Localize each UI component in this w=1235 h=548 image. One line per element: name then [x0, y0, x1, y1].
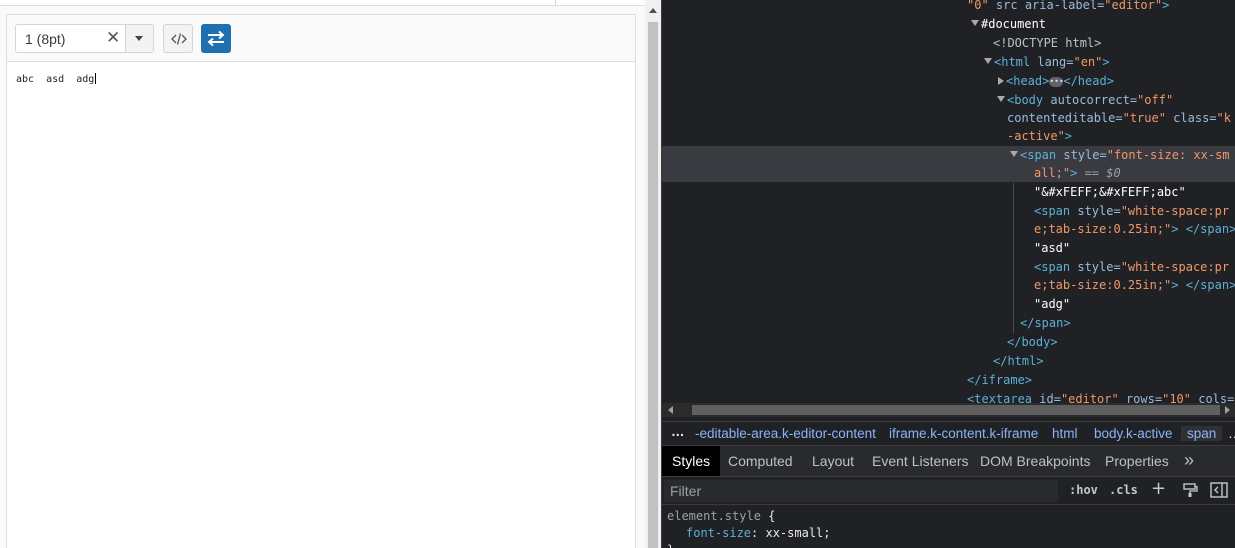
dom-line-text-adg[interactable]: "adg" [1034, 295, 1070, 313]
expand-triangle-icon[interactable] [997, 96, 1005, 102]
scroll-up-arrow-icon[interactable] [649, 8, 657, 13]
devtools-sidebar-tabs: Styles Computed Layout Event Listeners D… [662, 446, 1235, 477]
editor-toolbar: 1 (8pt) ✕ [7, 15, 635, 62]
view-html-button[interactable] [163, 24, 193, 53]
collapse-triangle-icon[interactable] [998, 77, 1004, 85]
styles-pane: element.style { font-size: xx-small; } [662, 504, 1235, 548]
dom-line-head[interactable]: <head>•••</head> [998, 72, 1114, 90]
breadcrumb-overflow-left[interactable]: … [671, 424, 685, 439]
dom-tree: "0" src aria-label="editor"> #document <… [662, 0, 1235, 404]
dom-line-body[interactable]: <body autocorrect="off" [997, 91, 1173, 109]
dom-line-body-close[interactable]: </body> [1007, 333, 1058, 351]
scroll-left-arrow-icon[interactable] [668, 406, 673, 414]
dom-line-html-close[interactable]: </html> [993, 352, 1044, 370]
breadcrumb-html[interactable]: html [1052, 426, 1078, 441]
dom-line-iframe-close[interactable]: </iframe> [967, 371, 1032, 389]
new-style-rule-button[interactable]: + [1151, 478, 1166, 499]
element-style-rule[interactable]: element.style { [667, 509, 775, 523]
page-scrollbar[interactable] [645, 0, 661, 548]
font-size-combobox[interactable]: 1 (8pt) ✕ [15, 24, 154, 53]
styles-toolbar: :hov .cls + [662, 478, 1235, 504]
dom-line-body-cont[interactable]: contenteditable="true" class="k [1007, 109, 1231, 127]
tab-properties[interactable]: Properties [1095, 446, 1179, 476]
style-property[interactable]: font-size [686, 526, 751, 540]
dom-line-text-abc[interactable]: "&#xFEFF;&#xFEFF;abc" [1034, 183, 1186, 201]
code-icon [171, 33, 187, 45]
editor-content-area[interactable]: abc asd adg [7, 63, 635, 548]
dom-line-tab-span-1-cont[interactable]: e;tab-size:0.25in;"> </span> [1034, 220, 1235, 238]
text-abc: abc [16, 74, 35, 85]
style-value[interactable]: xx-small; [765, 526, 830, 540]
dom-line-iframe[interactable]: "0" src aria-label="editor"> [967, 0, 1169, 14]
top-strip-divider [555, 0, 556, 6]
tab-computed[interactable]: Computed [718, 446, 803, 476]
dom-line-tab-span-2[interactable]: <span style="white-space:pr [1034, 258, 1229, 276]
dom-line-doctype[interactable]: <!DOCTYPE html> [993, 34, 1101, 52]
breadcrumb-body[interactable]: body.k-active [1094, 426, 1173, 441]
dom-tree-scroll-thumb[interactable] [692, 405, 1220, 415]
tab-event-listeners[interactable]: Event Listeners [862, 446, 979, 476]
tab-dom-breakpoints[interactable]: DOM Breakpoints [970, 446, 1100, 476]
dom-line-textarea[interactable]: <textarea id="editor" rows="10" cols= [967, 390, 1234, 404]
editor: 1 (8pt) ✕ abc asd adg [6, 14, 636, 548]
dom-line-tab-span-1[interactable]: <span style="white-space:pr [1034, 202, 1229, 220]
font-size-value[interactable]: 1 (8pt) [25, 31, 65, 47]
tab-styles[interactable]: Styles [662, 446, 721, 476]
dom-line-text-asd[interactable]: "asd" [1034, 239, 1070, 257]
cls-toggle-button[interactable]: .cls [1109, 483, 1138, 497]
text-adg: adg [76, 74, 95, 85]
devtools-panel: "0" src aria-label="editor"> #document <… [661, 0, 1235, 548]
dom-line-span-selected[interactable]: <span style="font-size: xx-sm [1010, 146, 1230, 164]
indent-guide [1013, 183, 1014, 333]
editor-text: abc asd adg [16, 73, 97, 85]
toggle-rtl-button[interactable] [201, 24, 231, 53]
dom-breadcrumbs: … -editable-area.k-editor-content iframe… [662, 421, 1235, 446]
top-strip [0, 0, 645, 6]
text-asd: asd [46, 74, 65, 85]
page-scroll-thumb[interactable] [648, 22, 658, 548]
breadcrumb-iframe[interactable]: iframe.k-content.k-iframe [889, 426, 1038, 441]
hov-toggle-button[interactable]: :hov [1069, 483, 1098, 497]
caret-down-icon [135, 36, 143, 41]
text-caret [95, 73, 97, 84]
font-size-dropdown-button[interactable] [125, 25, 153, 52]
dom-line-body-cont2[interactable]: -active"> [1007, 127, 1072, 145]
swap-arrows-icon [207, 30, 225, 47]
clear-icon[interactable]: ✕ [106, 27, 120, 49]
more-tabs-chevron-icon[interactable]: » [1184, 446, 1194, 474]
dom-line-span-selected-cont[interactable]: all;"> == $0 [1034, 164, 1121, 182]
breadcrumb-span[interactable]: span [1181, 426, 1223, 441]
dom-line-tab-span-2-cont[interactable]: e;tab-size:0.25in;"> </span> [1034, 276, 1235, 294]
style-declaration[interactable]: font-size: xx-small; [686, 526, 831, 540]
editor-page: 1 (8pt) ✕ abc asd adg [0, 0, 661, 548]
element-style-selector: element.style [667, 509, 761, 523]
rule-close-brace: } [667, 543, 674, 548]
paint-roller-icon[interactable] [1182, 482, 1198, 498]
expand-triangle-icon[interactable] [971, 20, 979, 26]
breadcrumb-editable-area[interactable]: -editable-area.k-editor-content [695, 426, 876, 441]
ellipsis-icon[interactable]: ••• [1049, 77, 1064, 87]
dom-line-html[interactable]: <html lang="en"> [984, 53, 1110, 71]
expand-triangle-icon[interactable] [1010, 151, 1018, 157]
tab-layout[interactable]: Layout [802, 446, 864, 476]
dom-tree-horizontal-scrollbar[interactable] [662, 403, 1235, 417]
styles-filter-input[interactable] [664, 480, 1058, 502]
expand-triangle-icon[interactable] [984, 58, 992, 64]
scroll-right-arrow-icon[interactable] [1225, 406, 1230, 414]
toggle-sidebar-icon[interactable] [1210, 482, 1228, 498]
breadcrumb-overflow-right[interactable]: … [1228, 426, 1235, 441]
dom-line-span-close[interactable]: </span> [1020, 314, 1071, 332]
dom-line-document[interactable]: #document [971, 15, 1046, 33]
